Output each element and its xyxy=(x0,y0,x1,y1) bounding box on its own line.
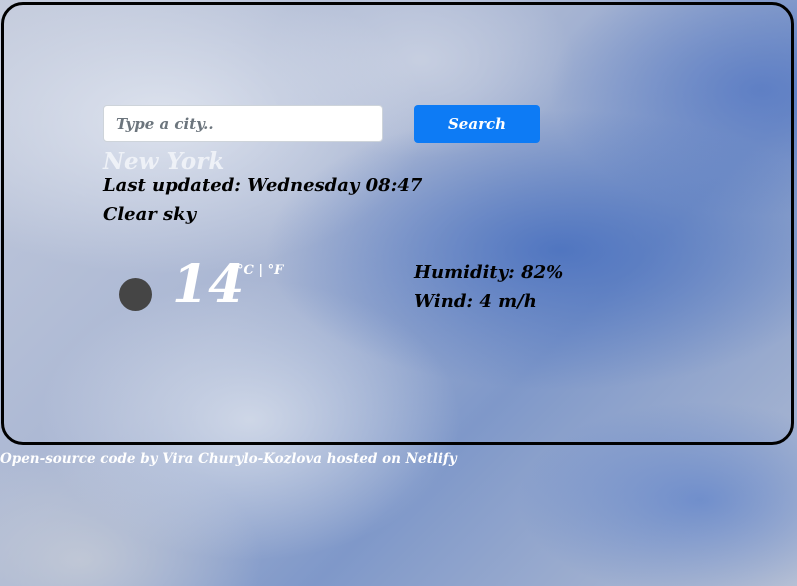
unit-separator: | xyxy=(253,263,268,278)
weather-icon xyxy=(119,278,152,311)
wind-speed: Wind: 4 m/h xyxy=(414,291,537,312)
city-search-input[interactable] xyxy=(103,105,383,142)
source-code-link[interactable]: Open-source code xyxy=(0,451,136,467)
weather-description: Clear sky xyxy=(103,204,197,225)
footer: Open-source code by Vira Churylo-Kozlova… xyxy=(0,451,457,467)
humidity: Humidity: 82% xyxy=(414,262,564,283)
unit-switcher: °C | °F xyxy=(237,263,283,278)
last-updated: Last updated: Wednesday 08:47 xyxy=(103,175,423,196)
netlify-link[interactable]: hosted on Netlify xyxy=(327,451,457,467)
celsius-link[interactable]: °C xyxy=(237,263,254,278)
search-button[interactable]: Search xyxy=(414,105,540,143)
temperature-value: 14 xyxy=(172,254,245,315)
fahrenheit-link[interactable]: °F xyxy=(268,263,284,278)
author-text: by Vira Churylo-Kozlova xyxy=(135,451,327,467)
city-name: New York xyxy=(103,148,225,175)
